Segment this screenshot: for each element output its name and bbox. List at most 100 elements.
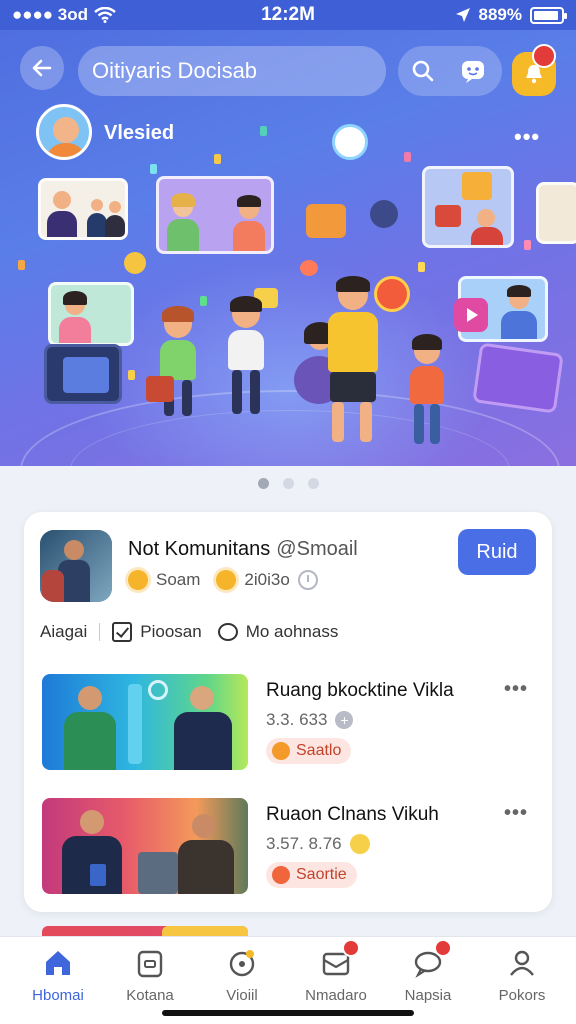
comment-icon xyxy=(217,623,238,641)
room-tag[interactable]: Saortie xyxy=(266,862,357,888)
status-right: 889% xyxy=(455,5,567,25)
chat-face-icon xyxy=(462,61,484,83)
room-tag-label: Saatlo xyxy=(296,742,342,759)
clipboard-icon xyxy=(132,945,168,981)
confetti xyxy=(260,126,267,136)
action-label: Pioosan xyxy=(140,622,202,641)
back-button[interactable] xyxy=(20,46,64,90)
more-icon[interactable]: ••• xyxy=(514,124,540,150)
join-button[interactable]: Ruid xyxy=(458,529,536,575)
confetti xyxy=(150,164,157,174)
character-kid-green xyxy=(146,306,206,420)
avatar-face xyxy=(53,117,79,143)
hero-banner[interactable]: Oitiyaris Docisab Vlesied ••• xyxy=(0,30,576,466)
community-name: Not Komunitans xyxy=(128,538,271,560)
nav-home[interactable]: Hbomai xyxy=(10,945,106,1009)
illustration-card xyxy=(38,178,128,240)
action-label[interactable]: Aiagai xyxy=(40,622,87,642)
nav-nmadaro[interactable]: Nmadaro xyxy=(288,939,384,1009)
community-title: Not Komunitans @Smoail xyxy=(128,538,358,561)
search-field[interactable]: Oitiyaris Docisab xyxy=(78,46,386,96)
header-icon-group xyxy=(398,46,502,96)
hero-top-row: Oitiyaris Docisab xyxy=(0,44,576,98)
nav-label: Vioiil xyxy=(226,987,258,1004)
home-indicator xyxy=(162,1010,414,1016)
checkbox-icon xyxy=(112,622,133,642)
more-icon[interactable]: ••• xyxy=(504,678,528,701)
location-arrow-icon xyxy=(455,8,470,22)
search-icon xyxy=(412,60,434,82)
action-label: Mo aohnass xyxy=(245,622,339,641)
carousel-dot[interactable] xyxy=(307,478,319,489)
nav-badge xyxy=(434,939,452,957)
confetti xyxy=(18,260,25,270)
more-icon[interactable]: ••• xyxy=(504,802,528,825)
confetti xyxy=(418,262,425,272)
illustration-card xyxy=(472,342,564,414)
community-card: Not Komunitans @Smoail Soam 2i0i3o Ruid A… xyxy=(24,512,552,912)
action-item[interactable]: Mo aohnass xyxy=(217,622,339,642)
sun-icon xyxy=(216,570,237,590)
sun-icon xyxy=(128,570,148,590)
status-bar: ●●●● 3od 12:2M 889% xyxy=(0,0,576,30)
avatar-body xyxy=(45,143,87,157)
room-tag-label: Saortie xyxy=(296,866,347,883)
nav-label: Napsia xyxy=(404,987,452,1004)
flame-icon xyxy=(272,866,290,884)
chat-button[interactable] xyxy=(456,54,490,88)
room-thumbnail[interactable] xyxy=(42,798,248,894)
community-actions: Aiagai Pioosan Mo aohnass xyxy=(40,622,354,642)
message-icon xyxy=(410,939,452,981)
profile-label: Vlesied xyxy=(104,122,175,144)
profile-icon xyxy=(504,945,540,981)
nav-badge xyxy=(342,939,360,957)
nav-label: Hbomai xyxy=(32,987,84,1004)
room-item[interactable]: Ruaon Clnans Vikuh 3.57. 8.76 Saortie ••… xyxy=(40,798,536,896)
music-icon xyxy=(462,172,492,200)
home-icon xyxy=(40,945,76,981)
community-avatar[interactable] xyxy=(40,530,112,602)
nav-label: Kotana xyxy=(126,987,174,1004)
nav-kotana[interactable]: Kotana xyxy=(102,945,198,1009)
confetti xyxy=(214,154,221,164)
room-name: Ruang bkocktine Vikla xyxy=(266,680,454,701)
character-kid-phone xyxy=(218,296,274,418)
bag-icon xyxy=(306,204,346,238)
carousel-dot[interactable] xyxy=(257,478,269,489)
clock-icon xyxy=(297,570,318,590)
room-thumbnail[interactable] xyxy=(42,674,248,770)
emoji-icon xyxy=(349,834,370,854)
nav-pokors[interactable]: Pokors xyxy=(474,945,570,1009)
arrow-left-icon xyxy=(32,59,52,77)
illustration-card xyxy=(536,182,576,244)
divider xyxy=(99,623,101,641)
illustration-card xyxy=(156,176,274,254)
community-meta-2: 2i0i3o xyxy=(244,570,290,589)
confetti xyxy=(200,296,207,306)
search-button[interactable] xyxy=(406,54,440,88)
character-kid-orange xyxy=(400,334,456,446)
room-tag[interactable]: Saatlo xyxy=(266,738,352,764)
battery-percent: 889% xyxy=(478,5,522,24)
carousel-indicator xyxy=(0,478,576,489)
room-item[interactable]: Ruang bkocktine Vikla 3.3. 633 + Saatlo … xyxy=(40,674,536,772)
explore-icon xyxy=(224,945,260,981)
room-stats: 3.57. 8.76 xyxy=(266,834,342,853)
action-item[interactable]: Pioosan xyxy=(112,622,202,642)
confetti xyxy=(524,240,531,250)
confetti xyxy=(128,370,135,380)
nav-vioiil[interactable]: Vioiil xyxy=(194,945,290,1009)
x-circle-icon xyxy=(370,200,398,228)
chat-bubble-icon xyxy=(332,124,368,160)
carousel-dot[interactable] xyxy=(282,478,294,489)
illustration-card xyxy=(44,344,122,404)
play-icon xyxy=(467,308,478,322)
inbox-icon xyxy=(318,939,360,981)
community-handle: @Smoail xyxy=(276,538,358,560)
nav-napsia[interactable]: Napsia xyxy=(380,939,476,1009)
nav-label: Nmadaro xyxy=(305,987,367,1004)
community-meta-1: Soam xyxy=(156,570,201,589)
profile-avatar[interactable] xyxy=(36,104,92,160)
plus-icon: + xyxy=(335,711,354,729)
smile-icon xyxy=(272,742,290,760)
